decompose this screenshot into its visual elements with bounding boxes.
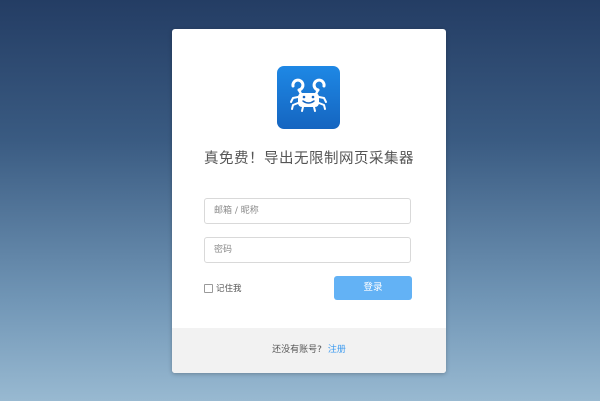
- page-title: 真免费！导出无限制网页采集器: [204, 151, 414, 167]
- crab-logo-icon: [277, 66, 340, 129]
- remember-me[interactable]: 记住我: [204, 282, 242, 294]
- email-field[interactable]: [204, 198, 411, 224]
- remember-me-checkbox[interactable]: [204, 283, 213, 293]
- signup-footer: 还没有账号? 注册: [172, 328, 446, 373]
- login-button[interactable]: 登录: [334, 276, 412, 300]
- password-field[interactable]: [204, 237, 411, 263]
- no-account-text: 还没有账号?: [272, 345, 322, 355]
- remember-me-label: 记住我: [216, 284, 242, 294]
- register-link[interactable]: 注册: [328, 345, 346, 355]
- login-card: 真免费！导出无限制网页采集器 记住我 登录 还没有账号? 注册: [172, 29, 446, 373]
